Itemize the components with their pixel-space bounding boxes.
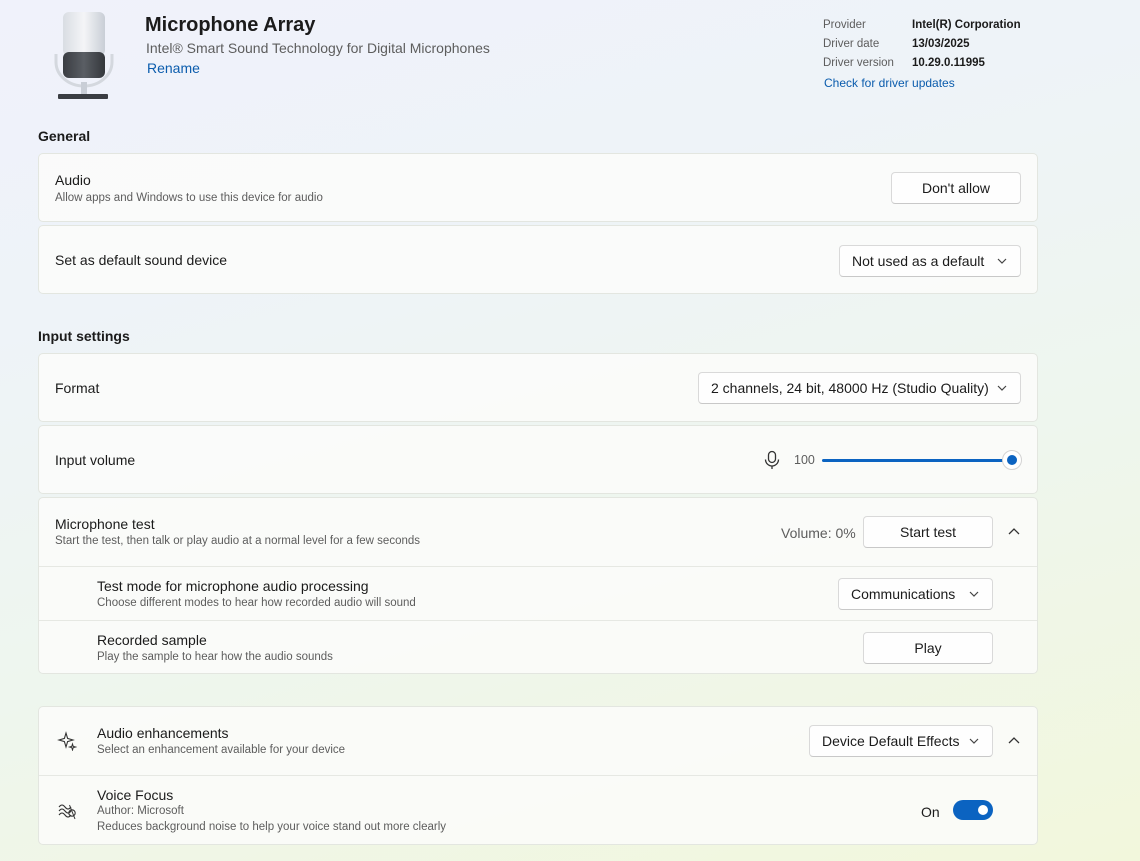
microphone-device-icon bbox=[54, 12, 114, 99]
voice-focus-state: On bbox=[921, 804, 940, 820]
chevron-up-icon[interactable] bbox=[1004, 731, 1024, 751]
chevron-down-icon bbox=[969, 591, 979, 597]
divider bbox=[39, 620, 1037, 621]
start-test-button[interactable]: Start test bbox=[863, 516, 993, 548]
input-volume-title: Input volume bbox=[55, 452, 136, 468]
microphone-mute-icon[interactable] bbox=[762, 450, 782, 470]
driver-date-label: Driver date bbox=[823, 38, 880, 50]
format-title: Format bbox=[55, 380, 100, 396]
test-volume-readout: Volume: 0% bbox=[781, 525, 856, 541]
microphone-test-title: Microphone test bbox=[55, 516, 155, 532]
default-device-dropdown[interactable]: Not used as a default bbox=[839, 245, 1021, 277]
microphone-test-description: Start the test, then talk or play audio … bbox=[55, 535, 421, 547]
audio-access-card: Audio Allow apps and Windows to use this… bbox=[38, 153, 1038, 222]
default-device-card: Set as default sound device Not used as … bbox=[38, 225, 1038, 294]
audio-title: Audio bbox=[55, 172, 91, 188]
format-card: Format 2 channels, 24 bit, 48000 Hz (Stu… bbox=[38, 353, 1038, 422]
test-mode-title: Test mode for microphone audio processin… bbox=[97, 578, 369, 594]
device-name: Microphone Array bbox=[145, 14, 316, 36]
test-mode-description: Choose different modes to hear how recor… bbox=[97, 597, 416, 609]
format-dropdown[interactable]: 2 channels, 24 bit, 48000 Hz (Studio Qua… bbox=[698, 372, 1021, 404]
driver-version-label: Driver version bbox=[823, 57, 894, 69]
test-mode-dropdown[interactable]: Communications bbox=[838, 578, 993, 610]
divider bbox=[39, 566, 1037, 567]
driver-version-value: 10.29.0.11995 bbox=[912, 57, 985, 69]
default-device-title: Set as default sound device bbox=[55, 252, 228, 268]
input-settings-section-title: Input settings bbox=[38, 328, 130, 344]
audio-enhancements-title: Audio enhancements bbox=[97, 725, 229, 741]
voice-focus-toggle[interactable] bbox=[953, 800, 993, 820]
dont-allow-button[interactable]: Don't allow bbox=[891, 172, 1021, 204]
input-volume-track[interactable] bbox=[822, 459, 1012, 462]
audio-enhancements-card: Audio enhancements Select an enhancement… bbox=[38, 706, 1038, 845]
check-driver-updates-link[interactable]: Check for driver updates bbox=[824, 76, 955, 90]
input-volume-value: 100 bbox=[794, 453, 815, 467]
provider-value: Intel(R) Corporation bbox=[912, 19, 1021, 31]
rename-link[interactable]: Rename bbox=[147, 60, 200, 76]
input-volume-slider-thumb[interactable] bbox=[1002, 450, 1022, 470]
microphone-test-card: Microphone test Start the test, then tal… bbox=[38, 497, 1038, 674]
voice-focus-author: Author: Microsoft bbox=[97, 805, 184, 817]
voice-focus-icon bbox=[58, 804, 76, 820]
sparkle-effects-icon bbox=[57, 731, 77, 751]
divider bbox=[39, 775, 1037, 776]
chevron-up-icon[interactable] bbox=[1004, 522, 1024, 542]
driver-date-value: 13/03/2025 bbox=[912, 38, 970, 50]
audio-enhancements-value: Device Default Effects bbox=[822, 733, 960, 749]
audio-enhancements-dropdown[interactable]: Device Default Effects bbox=[809, 725, 993, 757]
chevron-down-icon bbox=[997, 385, 1007, 391]
provider-label: Provider bbox=[823, 19, 866, 31]
audio-description: Allow apps and Windows to use this devic… bbox=[55, 192, 323, 204]
format-value: 2 channels, 24 bit, 48000 Hz (Studio Qua… bbox=[711, 380, 989, 396]
general-section-title: General bbox=[38, 128, 91, 144]
chevron-down-icon bbox=[997, 258, 1007, 264]
chevron-down-icon bbox=[969, 738, 979, 744]
play-sample-button[interactable]: Play bbox=[863, 632, 993, 664]
recorded-sample-title: Recorded sample bbox=[97, 632, 207, 648]
device-description: Intel® Smart Sound Technology for Digita… bbox=[146, 40, 490, 56]
voice-focus-description: Reduces background noise to help your vo… bbox=[97, 821, 447, 833]
default-device-value: Not used as a default bbox=[852, 253, 985, 269]
voice-focus-title: Voice Focus bbox=[97, 787, 174, 803]
recorded-sample-description: Play the sample to hear how the audio so… bbox=[97, 651, 333, 663]
test-mode-value: Communications bbox=[851, 586, 956, 602]
audio-enhancements-description: Select an enhancement available for your… bbox=[97, 744, 346, 756]
